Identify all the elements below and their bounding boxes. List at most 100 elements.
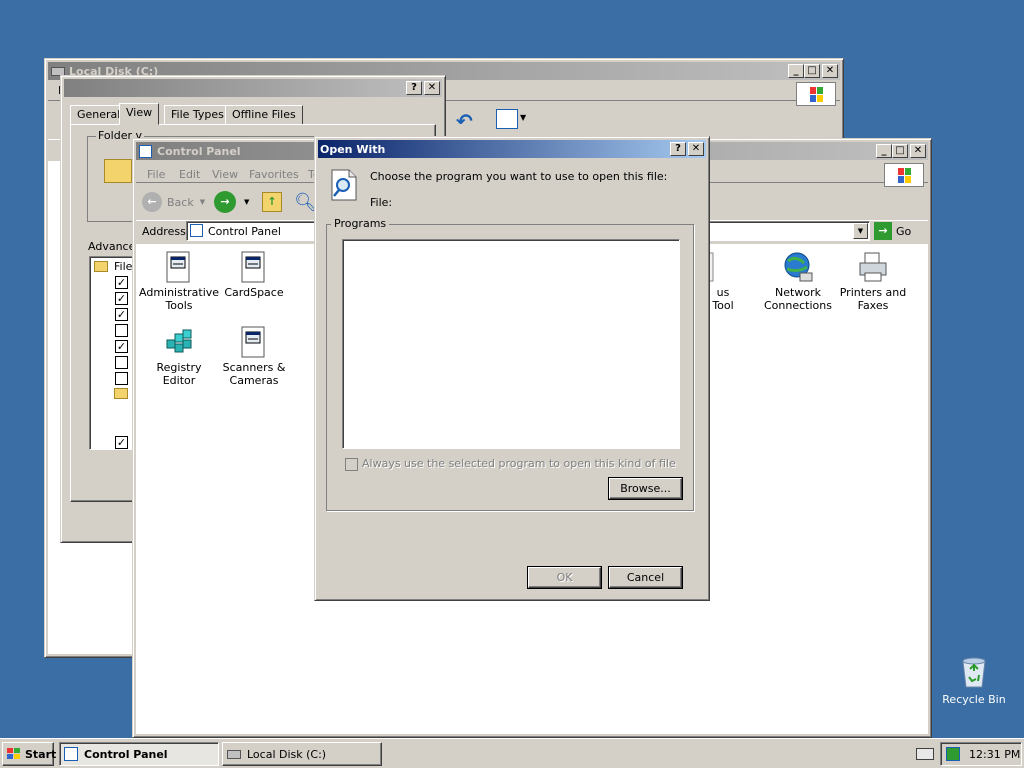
- advanced-setting-checkbox[interactable]: [115, 372, 128, 385]
- scanners-icon: [238, 326, 270, 358]
- close-button[interactable]: ✕: [424, 81, 440, 95]
- always-use-checkbox[interactable]: [345, 458, 358, 471]
- cp-item-label: Scanners &: [222, 361, 286, 374]
- cp-item-label: Network: [775, 286, 821, 299]
- minimize-button[interactable]: _: [788, 64, 804, 78]
- back-dropdown-icon: ▼: [199, 198, 206, 206]
- back-arrow-icon: ←: [142, 192, 162, 212]
- back-button[interactable]: ← Back ▼: [142, 190, 206, 214]
- programs-list[interactable]: [342, 239, 680, 449]
- back-label: Back: [167, 195, 194, 209]
- file-label: File:: [370, 196, 393, 209]
- address-icon: [190, 224, 203, 237]
- cp-item-printers-and-faxes[interactable]: Printers and Faxes: [833, 251, 913, 312]
- windows-flag-icon: [6, 747, 22, 761]
- cp-item-label-line2: Faxes: [857, 299, 889, 312]
- control-panel-task-icon: [64, 747, 78, 761]
- tab-offline-files[interactable]: Offline Files: [225, 105, 303, 125]
- undo-icon[interactable]: ↶: [456, 109, 473, 133]
- cp-item-scanners-cameras[interactable]: Scanners & Cameras: [214, 326, 294, 387]
- tab-file-types[interactable]: File Types: [164, 105, 231, 125]
- control-panel-title: Control Panel: [157, 144, 241, 158]
- printers-icon: [857, 251, 889, 283]
- taskbar: Start Control Panel Local Disk (C:) 12:3…: [0, 738, 1024, 768]
- cp-item-cardspace[interactable]: CardSpace: [214, 251, 294, 299]
- address-label: Address: [142, 225, 186, 238]
- cp-item-label-line2: Tools: [165, 299, 193, 312]
- cardspace-icon: [238, 251, 270, 283]
- advanced-setting-checkbox[interactable]: ✓: [115, 340, 128, 353]
- tab-view[interactable]: View: [119, 103, 160, 125]
- advanced-setting-checkbox[interactable]: [115, 356, 128, 369]
- start-button[interactable]: Start: [2, 742, 57, 766]
- menu-edit[interactable]: Edit: [179, 168, 200, 181]
- admin-tools-icon: [163, 251, 195, 283]
- address-value: Control Panel: [208, 225, 281, 238]
- tree-root-label: File: [114, 260, 133, 273]
- task-local-disk[interactable]: Local Disk (C:): [222, 742, 382, 766]
- up-folder-icon[interactable]: ↑: [262, 192, 282, 212]
- folder-options-titlebar[interactable]: ? ✕: [64, 79, 442, 97]
- maximize-button[interactable]: □: [892, 144, 908, 158]
- forward-button[interactable]: → ▼: [214, 190, 254, 214]
- close-button[interactable]: ✕: [822, 64, 838, 78]
- control-panel-icon: [139, 144, 152, 158]
- task-control-panel[interactable]: Control Panel: [59, 742, 219, 766]
- advanced-setting-checkbox[interactable]: ✓: [115, 292, 128, 305]
- advanced-setting-checkbox[interactable]: ✓: [115, 276, 128, 289]
- task-label: Control Panel: [84, 747, 168, 761]
- programs-label: Programs: [331, 217, 390, 230]
- advanced-setting-checkbox[interactable]: ✓: [115, 436, 128, 449]
- task-label: Local Disk (C:): [247, 747, 327, 761]
- tray-network-icon[interactable]: [946, 747, 960, 761]
- open-with-dialog: Open With ? ✕ Choose the program you wan…: [314, 136, 710, 601]
- start-label: Start: [25, 747, 57, 761]
- recycle-bin-label: Recycle Bin: [942, 693, 1006, 706]
- drive-task-icon: [227, 749, 241, 759]
- cp-item-registry-editor[interactable]: Registry Editor: [139, 326, 219, 387]
- close-button[interactable]: ✕: [688, 142, 704, 156]
- always-use-label: Always use the selected program to open …: [362, 457, 676, 470]
- go-button[interactable]: → Go: [874, 222, 911, 240]
- menu-favorites[interactable]: Favorites: [249, 168, 299, 181]
- views-dropdown-icon[interactable]: ▼: [520, 113, 526, 122]
- open-with-instruction: Choose the program you want to use to op…: [370, 170, 668, 183]
- advanced-setting-checkbox[interactable]: ✓: [115, 308, 128, 321]
- cancel-button[interactable]: Cancel: [609, 567, 682, 588]
- help-button[interactable]: ?: [670, 142, 686, 156]
- open-with-file-icon: [331, 169, 357, 201]
- maximize-button[interactable]: □: [804, 64, 820, 78]
- go-label: Go: [896, 224, 912, 238]
- system-tray: 12:31 PM: [940, 742, 1022, 766]
- clock[interactable]: 12:31 PM: [969, 748, 1020, 761]
- close-button[interactable]: ✕: [910, 144, 926, 158]
- address-dropdown-button[interactable]: ▼: [853, 223, 868, 239]
- folder-views-icon: [104, 159, 132, 183]
- menu-view[interactable]: View: [212, 168, 238, 181]
- folder-options-tabs: General View File Types Offline Files: [70, 103, 430, 125]
- views-icon[interactable]: [496, 109, 518, 129]
- cp-item-label: Administrative: [139, 286, 220, 299]
- browse-button[interactable]: Browse...: [609, 478, 682, 499]
- cp-item-administrative-tools[interactable]: Administrative Tools: [139, 251, 219, 312]
- windows-logo-icon: [796, 82, 836, 106]
- network-connections-icon: [782, 251, 814, 283]
- keyboard-icon[interactable]: [916, 748, 934, 760]
- open-with-titlebar[interactable]: Open With ? ✕: [318, 140, 706, 158]
- windows-logo-icon: [884, 163, 924, 187]
- folder-tree-icon: [94, 261, 108, 272]
- minimize-button[interactable]: _: [876, 144, 892, 158]
- help-button[interactable]: ?: [406, 81, 422, 95]
- recycle-bin[interactable]: Recycle Bin: [938, 655, 1010, 706]
- ok-button[interactable]: OK: [528, 567, 601, 588]
- advanced-setting-checkbox[interactable]: [115, 324, 128, 337]
- go-arrow-icon: →: [874, 222, 892, 240]
- open-with-title: Open With: [320, 142, 386, 156]
- programs-group: Programs Always use the selected program…: [326, 217, 694, 511]
- registry-editor-icon: [163, 326, 195, 358]
- cp-item-label: CardSpace: [224, 286, 284, 299]
- folder-subitem-icon: [114, 388, 128, 399]
- cp-item-network-connections[interactable]: Network Connections: [758, 251, 838, 312]
- cp-item-label-line2: Connections: [764, 299, 832, 312]
- menu-file[interactable]: File: [147, 168, 165, 181]
